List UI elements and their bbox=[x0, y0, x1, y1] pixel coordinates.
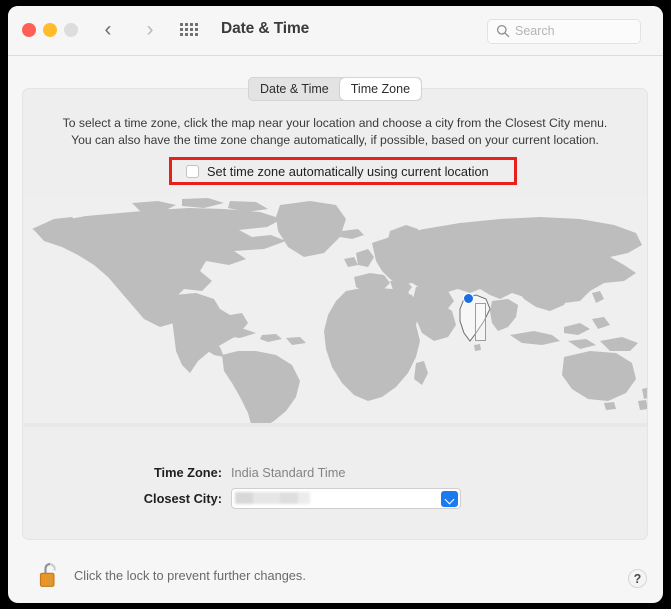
window-titlebar: ‹ › Date & Time bbox=[8, 6, 663, 56]
tab-time-zone[interactable]: Time Zone bbox=[339, 78, 422, 100]
content-panel: Date & Time Time Zone To select a time z… bbox=[22, 77, 648, 540]
closest-city-popup-button[interactable] bbox=[231, 488, 461, 509]
timezone-band bbox=[475, 303, 486, 341]
time-zone-row: Time Zone: India Standard Time bbox=[23, 465, 647, 480]
help-button[interactable]: ? bbox=[628, 569, 647, 588]
set-timezone-automatically-checkbox[interactable] bbox=[186, 164, 199, 178]
page-title: Date & Time bbox=[221, 20, 310, 37]
tab-date-and-time[interactable]: Date & Time bbox=[249, 78, 340, 100]
tab-bar: Date & Time Time Zone bbox=[247, 77, 423, 101]
world-map[interactable] bbox=[24, 195, 647, 427]
set-timezone-automatically-row[interactable]: Set time zone automatically using curren… bbox=[172, 160, 514, 182]
annotation-highlight-box: Set time zone automatically using curren… bbox=[169, 157, 517, 185]
show-all-grid-icon[interactable] bbox=[180, 23, 199, 38]
minimize-button[interactable] bbox=[43, 23, 57, 37]
search-field[interactable] bbox=[487, 19, 641, 44]
closest-city-label: Closest City: bbox=[143, 491, 222, 506]
current-location-marker bbox=[463, 293, 474, 304]
time-zone-label: Time Zone: bbox=[153, 465, 222, 480]
search-input[interactable] bbox=[515, 20, 633, 43]
chevron-down-icon[interactable] bbox=[441, 490, 458, 507]
zoom-button[interactable] bbox=[64, 23, 78, 37]
description-line-2: You can also have the time zone change a… bbox=[71, 133, 599, 147]
search-icon bbox=[496, 24, 510, 38]
lock-message: Click the lock to prevent further change… bbox=[74, 567, 306, 583]
padlock-open-icon[interactable] bbox=[37, 560, 63, 590]
back-button[interactable]: ‹ bbox=[97, 18, 119, 42]
forward-button[interactable]: › bbox=[139, 18, 161, 42]
set-timezone-automatically-label: Set time zone automatically using curren… bbox=[207, 163, 489, 179]
system-preferences-window: ‹ › Date & Time Date & Time Time Zone bbox=[8, 6, 663, 603]
time-zone-value: India Standard Time bbox=[231, 465, 346, 480]
close-button[interactable] bbox=[22, 23, 36, 37]
description-line-1: To select a time zone, click the map nea… bbox=[62, 116, 608, 130]
world-map-svg bbox=[24, 195, 647, 427]
closest-city-value-redacted bbox=[235, 492, 310, 504]
closest-city-row: Closest City: bbox=[23, 488, 647, 509]
timezone-form: Time Zone: India Standard Time Closest C… bbox=[23, 465, 647, 517]
lock-row[interactable]: Click the lock to prevent further change… bbox=[37, 560, 306, 590]
description-text: To select a time zone, click the map nea… bbox=[23, 115, 647, 149]
